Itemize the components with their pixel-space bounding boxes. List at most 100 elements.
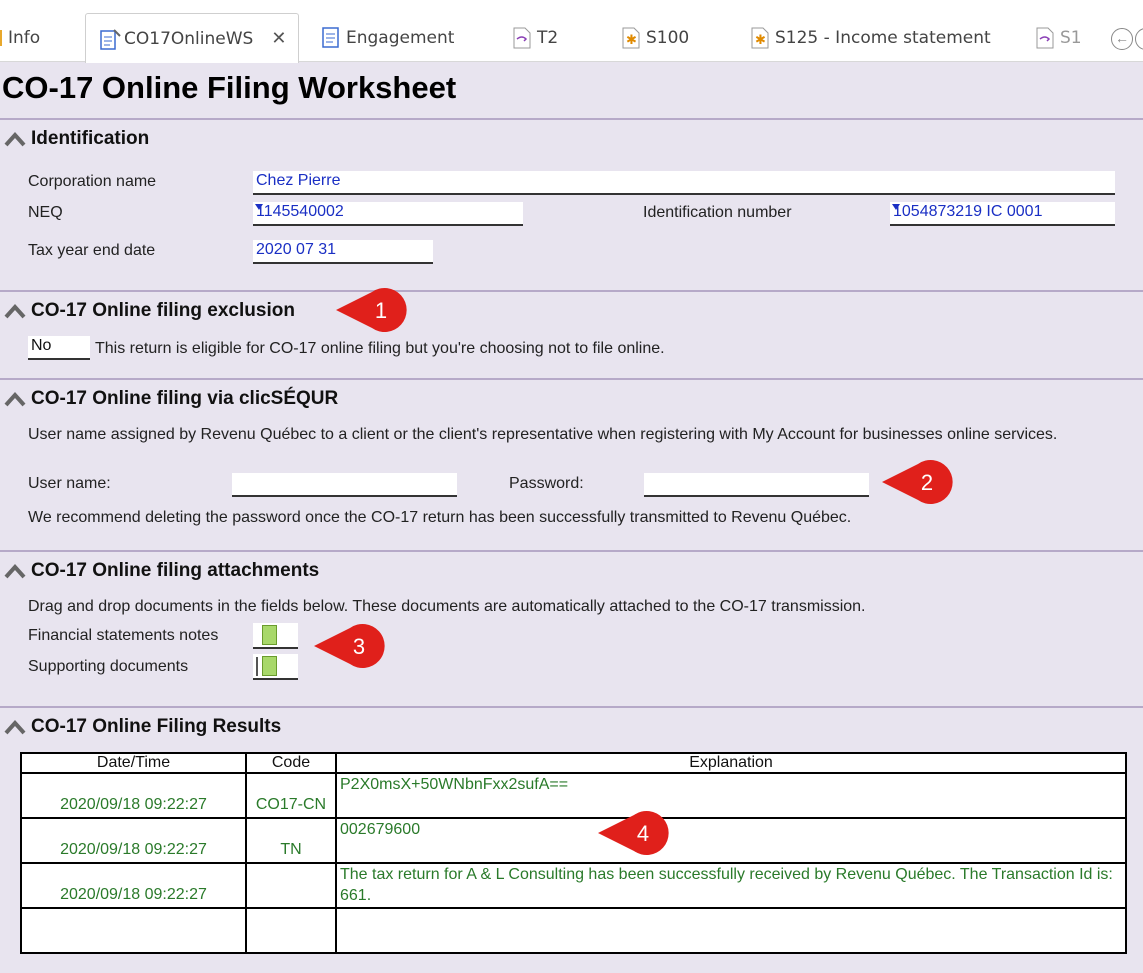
section-identification-header[interactable]: Identification	[4, 128, 149, 150]
exclusion-description: This return is eligible for CO-17 online…	[95, 340, 665, 357]
flag-marker-icon	[892, 204, 900, 210]
explanation-cell: The tax return for A & L Consulting has …	[335, 862, 1127, 909]
username-input[interactable]	[232, 473, 457, 497]
supporting-documents-drop-field[interactable]	[253, 654, 298, 680]
password-input[interactable]	[644, 473, 869, 497]
identification-number-value: 1054873219 IC 0001	[893, 203, 1043, 220]
form-star-icon: ✱	[751, 27, 769, 49]
code-cell	[245, 862, 337, 909]
scroll-right-icon[interactable]	[1135, 28, 1143, 50]
clicsequr-note: We recommend deleting the password once …	[28, 509, 852, 526]
corporation-name-label: Corporation name	[28, 173, 157, 190]
scroll-left-icon[interactable]: ←	[1111, 28, 1133, 50]
section-title: CO-17 Online Filing Results	[31, 716, 282, 737]
page-title: CO-17 Online Filing Worksheet	[2, 70, 457, 105]
tax-year-end-field[interactable]: 2020 07 31	[253, 240, 433, 264]
tab-label: Info	[8, 27, 41, 48]
tax-year-end-label: Tax year end date	[28, 242, 156, 259]
tab-label: T2	[537, 27, 559, 48]
section-title: CO-17 Online filing attachments	[31, 560, 320, 581]
section-title: CO-17 Online filing via clicSÉQUR	[31, 388, 339, 409]
section-divider	[0, 118, 1143, 120]
tab-label: CO17OnlineWS	[124, 28, 254, 49]
column-header-datetime: Date/Time	[20, 752, 247, 774]
callout-marker-2: 2	[882, 460, 953, 504]
clicsequr-description: User name assigned by Revenu Québec to a…	[28, 426, 1058, 443]
tab-t2[interactable]: T2	[513, 13, 558, 62]
tab-label: S1	[1060, 27, 1082, 48]
neq-field[interactable]: 1145540002	[253, 202, 523, 226]
tab-s1[interactable]: S1	[1036, 13, 1082, 62]
tab-engagement[interactable]: Engagement	[322, 13, 454, 62]
tab-label: S100	[646, 27, 690, 48]
code-cell	[245, 907, 337, 954]
callout-marker-1: 1	[336, 288, 407, 332]
document-icon	[322, 26, 340, 49]
folder-icon	[0, 29, 2, 46]
section-divider	[0, 378, 1143, 380]
flag-marker-icon	[255, 204, 263, 210]
corporation-name-field[interactable]: Chez Pierre	[253, 171, 1115, 195]
close-icon[interactable]: ✕	[271, 28, 286, 49]
callout-number: 2	[921, 470, 933, 495]
text-cursor	[256, 657, 258, 676]
datetime-cell: 2020/09/18 09:22:27	[20, 817, 247, 864]
collapse-chevron-icon[interactable]	[4, 391, 26, 407]
username-label: User name:	[28, 475, 111, 492]
code-cell: CO17-CN	[245, 772, 337, 819]
column-header-explanation: Explanation	[335, 752, 1127, 774]
attachments-description: Drag and drop documents in the fields be…	[28, 598, 866, 615]
paperclip-icon	[262, 656, 277, 676]
table-header-row: Date/Time Code Explanation	[20, 752, 1127, 774]
datetime-cell	[20, 907, 247, 954]
supporting-documents-label: Supporting documents	[28, 658, 189, 675]
callout-number: 3	[353, 634, 365, 659]
document-attachment-icon	[100, 28, 121, 50]
section-divider	[0, 550, 1143, 552]
callout-number: 1	[375, 298, 387, 323]
collapse-chevron-icon[interactable]	[4, 303, 26, 319]
results-table: Date/Time Code Explanation 2020/09/18 09…	[20, 752, 1127, 954]
collapse-chevron-icon[interactable]	[4, 563, 26, 579]
tab-s125[interactable]: ✱ S125 - Income statement	[751, 13, 991, 62]
section-exclusion-header[interactable]: CO-17 Online filing exclusion	[4, 300, 295, 322]
section-divider	[0, 706, 1143, 708]
neq-label: NEQ	[28, 204, 63, 221]
exclusion-select[interactable]: No	[28, 336, 90, 360]
explanation-cell	[335, 907, 1127, 954]
svg-text:✱: ✱	[626, 33, 637, 48]
identification-number-field[interactable]: 1054873219 IC 0001	[890, 202, 1115, 226]
explanation-cell: 002679600	[335, 817, 1127, 864]
form-star-icon: ✱	[622, 27, 640, 49]
callout-marker-3: 3	[314, 624, 385, 668]
password-label: Password:	[509, 475, 584, 492]
section-divider	[0, 290, 1143, 292]
form-arrow-icon	[1036, 27, 1054, 49]
table-row[interactable]	[20, 907, 1127, 954]
column-header-code: Code	[245, 752, 337, 774]
tab-label: S125 - Income statement	[775, 27, 991, 48]
section-attachments-header[interactable]: CO-17 Online filing attachments	[4, 560, 319, 582]
datetime-cell: 2020/09/18 09:22:27	[20, 862, 247, 909]
financial-statements-drop-field[interactable]	[253, 623, 298, 649]
tab-bar: Info CO17OnlineWS ✕ Engagement T2 ✱ S100…	[0, 0, 1143, 63]
tab-co17onlinews[interactable]: CO17OnlineWS ✕	[85, 13, 300, 63]
section-title: CO-17 Online filing exclusion	[31, 300, 295, 321]
tab-info[interactable]: Info	[0, 13, 40, 62]
table-row[interactable]: 2020/09/18 09:22:27 CO17-CN P2X0msX+50WN…	[20, 772, 1127, 819]
section-results-header[interactable]: CO-17 Online Filing Results	[4, 716, 281, 738]
table-row[interactable]: 2020/09/18 09:22:27 The tax return for A…	[20, 862, 1127, 909]
section-clicsequr-header[interactable]: CO-17 Online filing via clicSÉQUR	[4, 388, 338, 410]
table-row[interactable]: 2020/09/18 09:22:27 TN 002679600	[20, 817, 1127, 864]
tab-s100[interactable]: ✱ S100	[622, 13, 689, 62]
collapse-chevron-icon[interactable]	[4, 131, 26, 147]
collapse-chevron-icon[interactable]	[4, 719, 26, 735]
identification-number-label: Identification number	[643, 204, 792, 221]
callout-number: 4	[637, 821, 649, 846]
explanation-cell: P2X0msX+50WNbnFxx2sufA==	[335, 772, 1127, 819]
tab-label: Engagement	[346, 27, 455, 48]
code-cell: TN	[245, 817, 337, 864]
datetime-cell: 2020/09/18 09:22:27	[20, 772, 247, 819]
callout-marker-4: 4	[598, 811, 669, 855]
svg-text:✱: ✱	[755, 33, 766, 48]
